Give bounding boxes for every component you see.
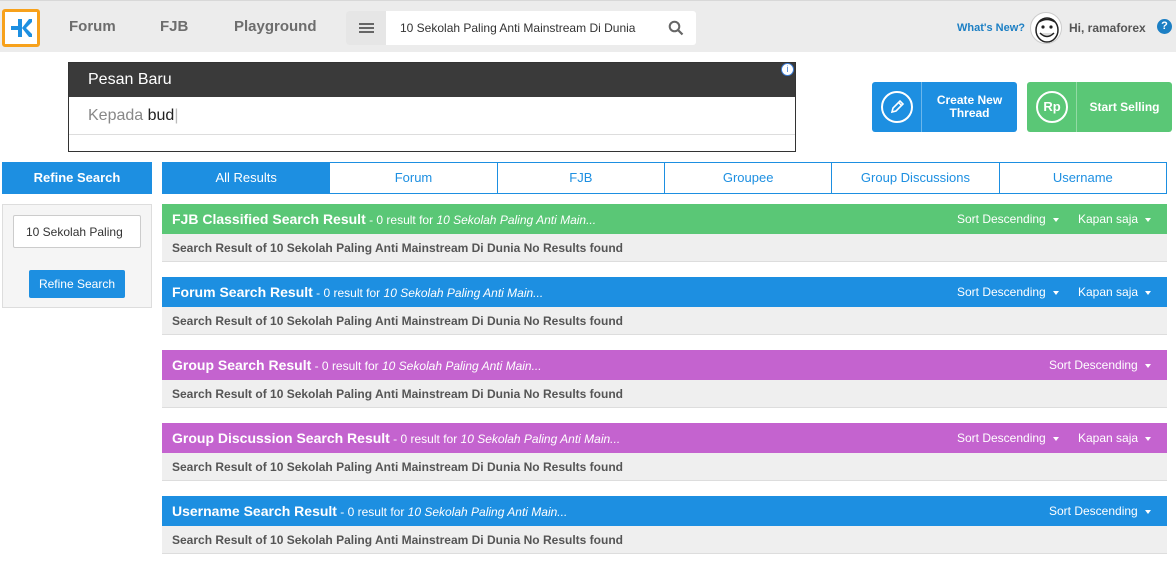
refine-search-heading: Refine Search xyxy=(2,162,152,194)
tab-forum[interactable]: Forum xyxy=(329,163,497,193)
section-header: Forum Search Result - 0 result for 10 Se… xyxy=(162,277,1167,307)
sort-dropdown[interactable]: Sort Descending xyxy=(1049,504,1151,518)
sort-dropdown[interactable]: Sort Descending xyxy=(1049,358,1151,372)
chevron-down-icon xyxy=(1052,217,1059,222)
tab-group-discussions[interactable]: Group Discussions xyxy=(831,163,999,193)
sort-dropdown[interactable]: Sort Descending xyxy=(957,285,1059,299)
search-icon[interactable] xyxy=(668,20,684,36)
chevron-down-icon xyxy=(1145,217,1152,222)
section-title: Group Search Result - 0 result for 10 Se… xyxy=(172,357,542,373)
search-category-button[interactable] xyxy=(346,11,386,45)
result-tabs: All Results Forum FJB Groupee Group Disc… xyxy=(162,162,1167,194)
time-dropdown[interactable]: Kapan saja xyxy=(1078,431,1152,445)
help-icon[interactable]: ? xyxy=(1157,19,1172,34)
search-input[interactable]: 10 Sekolah Paling Anti Mainstream Di Dun… xyxy=(400,21,635,35)
refine-search-panel: 10 Sekolah Paling Refine Search xyxy=(2,204,152,308)
nav-playground-link[interactable]: Playground xyxy=(234,18,317,35)
top-nav-bar: Forum FJB Playground 10 Sekolah Paling A… xyxy=(0,0,1176,52)
time-dropdown[interactable]: Kapan saja xyxy=(1078,212,1152,226)
chevron-down-icon xyxy=(1052,436,1059,441)
chevron-down-icon xyxy=(1052,290,1059,295)
tab-groupee[interactable]: Groupee xyxy=(663,163,832,193)
section-header: Group Discussion Search Result - 0 resul… xyxy=(162,423,1167,453)
pencil-icon xyxy=(872,82,922,132)
section-header: Group Search Result - 0 result for 10 Se… xyxy=(162,350,1167,380)
create-thread-label: Create New Thread xyxy=(936,93,1003,120)
start-selling-button[interactable]: Rp Start Selling xyxy=(1027,82,1172,132)
section-empty-message: Search Result of 10 Sekolah Paling Anti … xyxy=(162,234,1167,262)
kaskus-logo[interactable] xyxy=(2,9,40,47)
section-title: Group Discussion Search Result - 0 resul… xyxy=(172,430,621,446)
sort-dropdown[interactable]: Sort Descending xyxy=(957,212,1059,226)
ad-to-value: bud xyxy=(147,107,175,124)
section-title: Username Search Result - 0 result for 10… xyxy=(172,503,568,519)
section-empty-message: Search Result of 10 Sekolah Paling Anti … xyxy=(162,453,1167,481)
username-result-section: Username Search Result - 0 result for 10… xyxy=(162,496,1167,554)
ad-recipient-row: Kepada bud| xyxy=(69,97,795,135)
rupiah-glyph: Rp xyxy=(1036,91,1068,123)
message-ad-banner[interactable]: Pesan Baru Kepada bud| xyxy=(68,62,796,152)
chevron-down-icon xyxy=(1145,436,1152,441)
refine-search-button[interactable]: Refine Search xyxy=(29,270,125,298)
kaskus-k-icon xyxy=(11,19,32,37)
user-avatar[interactable] xyxy=(1030,12,1062,44)
hamburger-icon-line xyxy=(359,31,374,33)
group-discussion-result-section: Group Discussion Search Result - 0 resul… xyxy=(162,423,1167,481)
nav-fjb-link[interactable]: FJB xyxy=(160,18,188,35)
hamburger-icon xyxy=(359,23,374,25)
ad-info-icon[interactable]: i xyxy=(781,63,794,76)
section-header: FJB Classified Search Result - 0 result … xyxy=(162,204,1167,234)
refine-search-input[interactable]: 10 Sekolah Paling xyxy=(13,215,141,248)
section-header: Username Search Result - 0 result for 10… xyxy=(162,496,1167,526)
user-greeting[interactable]: Hi, ramaforex xyxy=(1069,21,1146,35)
troll-face-icon xyxy=(1035,17,1059,43)
ad-to-label: Kepada xyxy=(88,107,144,124)
ad-title: Pesan Baru xyxy=(69,63,795,97)
rupiah-icon: Rp xyxy=(1027,82,1077,132)
start-selling-label: Start Selling xyxy=(1089,99,1160,114)
section-empty-message: Search Result of 10 Sekolah Paling Anti … xyxy=(162,307,1167,335)
chevron-down-icon xyxy=(1144,363,1151,368)
whats-new-link[interactable]: What's New? xyxy=(957,22,1025,34)
tab-username[interactable]: Username xyxy=(998,163,1166,193)
section-empty-message: Search Result of 10 Sekolah Paling Anti … xyxy=(162,526,1167,554)
chevron-down-icon xyxy=(1145,290,1152,295)
search-bar: 10 Sekolah Paling Anti Mainstream Di Dun… xyxy=(346,11,696,45)
create-new-thread-button[interactable]: Create New Thread xyxy=(872,82,1017,132)
nav-forum-link[interactable]: Forum xyxy=(69,18,116,35)
fjb-result-section: FJB Classified Search Result - 0 result … xyxy=(162,204,1167,262)
section-title: Forum Search Result - 0 result for 10 Se… xyxy=(172,284,544,300)
section-title: FJB Classified Search Result - 0 result … xyxy=(172,211,597,227)
group-result-section: Group Search Result - 0 result for 10 Se… xyxy=(162,350,1167,408)
section-empty-message: Search Result of 10 Sekolah Paling Anti … xyxy=(162,380,1167,408)
hamburger-icon-line xyxy=(359,27,374,29)
forum-result-section: Forum Search Result - 0 result for 10 Se… xyxy=(162,277,1167,335)
tab-all-results[interactable]: All Results xyxy=(163,163,330,193)
chevron-down-icon xyxy=(1144,509,1151,514)
time-dropdown[interactable]: Kapan saja xyxy=(1078,285,1152,299)
sort-dropdown[interactable]: Sort Descending xyxy=(957,431,1059,445)
tab-fjb[interactable]: FJB xyxy=(496,163,664,193)
